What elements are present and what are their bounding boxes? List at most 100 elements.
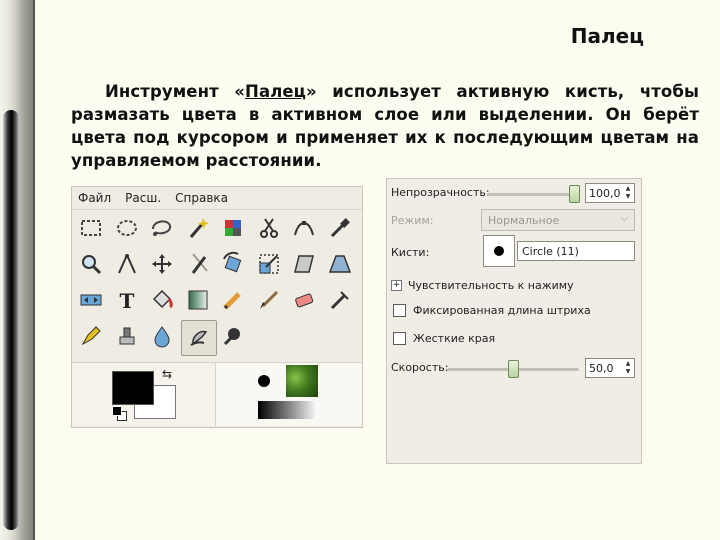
scale-icon — [256, 251, 282, 280]
tool-button[interactable] — [74, 284, 108, 318]
default-colors-icon[interactable] — [112, 406, 122, 416]
tool-button[interactable] — [181, 284, 215, 318]
foreground-color[interactable] — [112, 371, 154, 405]
svg-text:T: T — [119, 289, 134, 313]
smudge-icon — [186, 324, 212, 353]
spin-arrows-icon[interactable]: ▲ ▼ — [623, 185, 633, 201]
sensitivity-row[interactable]: + Чувствительность к нажиму — [391, 279, 574, 292]
description-paragraph: Инструмент «Палец» использует активную к… — [71, 80, 699, 172]
scissors-select-icon — [256, 215, 282, 244]
blur-icon — [149, 323, 175, 352]
slide-title: Палец — [570, 24, 644, 48]
tool-button[interactable] — [323, 284, 357, 318]
tool-button[interactable] — [216, 212, 250, 246]
rate-row: Скорость: — [391, 361, 448, 374]
paragraph-start: Инструмент « — [105, 82, 246, 101]
brush-stroke-decoration — [3, 110, 19, 530]
tool-button[interactable] — [287, 248, 321, 282]
mode-row: Режим: — [391, 214, 433, 227]
fixed-length-label: Фиксированная длина штриха — [413, 304, 591, 317]
fixed-length-row[interactable]: Фиксированная длина штриха — [393, 304, 591, 317]
tool-button[interactable] — [74, 320, 108, 354]
tool-button[interactable] — [216, 248, 250, 282]
tool-button[interactable] — [287, 284, 321, 318]
perspective-icon — [327, 251, 353, 280]
menu-file[interactable]: Файл — [78, 191, 111, 205]
tool-button[interactable] — [74, 212, 108, 246]
tool-button[interactable] — [252, 284, 286, 318]
paintbrush-icon — [256, 287, 282, 316]
tool-options-panel: Непрозрачность: 100,0 ▲ ▼ Режим: Нормальн… — [386, 178, 642, 464]
tool-button[interactable] — [110, 320, 144, 354]
tool-button[interactable] — [252, 212, 286, 246]
menu-extensions[interactable]: Расш. — [125, 191, 161, 205]
measure-icon — [114, 251, 140, 280]
active-brush-preview[interactable] — [258, 375, 270, 387]
toolbox-menubar: Файл Расш. Справка — [72, 187, 362, 210]
color-picker-icon — [327, 215, 353, 244]
opacity-spinbox[interactable]: 100,0 ▲ ▼ — [585, 183, 635, 203]
rate-label: Скорость: — [391, 361, 449, 374]
tool-button[interactable] — [145, 320, 179, 354]
opacity-row: Непрозрачность: — [391, 186, 490, 199]
shear-icon — [291, 251, 317, 280]
spin-arrows-icon[interactable]: ▲ ▼ — [623, 360, 633, 376]
gimp-toolbox: Файл Расш. Справка T ⇆ — [71, 186, 363, 428]
color-select-icon — [220, 215, 246, 244]
pencil-icon — [220, 287, 246, 316]
rate-value: 50,0 — [589, 361, 614, 375]
rate-slider-handle[interactable] — [508, 360, 519, 378]
tool-button[interactable] — [110, 248, 144, 282]
tool-button[interactable] — [74, 248, 108, 282]
move-icon — [149, 251, 175, 280]
tool-name-link: Палец — [245, 82, 306, 101]
tool-button[interactable]: T — [110, 284, 144, 318]
tool-button[interactable] — [323, 248, 357, 282]
hard-edge-checkbox[interactable] — [393, 332, 406, 345]
zoom-icon — [78, 251, 104, 280]
brush-label: Кисти: — [391, 246, 430, 259]
rate-spinbox[interactable]: 50,0 ▲ ▼ — [585, 358, 635, 378]
expand-plus-icon[interactable]: + — [391, 280, 402, 291]
hard-edge-row[interactable]: Жесткие края — [393, 332, 495, 345]
color-area: ⇆ — [72, 362, 216, 426]
fixed-length-checkbox[interactable] — [393, 304, 406, 317]
tool-button[interactable] — [323, 212, 357, 246]
tool-button[interactable] — [181, 212, 215, 246]
menu-help[interactable]: Справка — [175, 191, 228, 205]
mode-value: Нормальное — [488, 213, 560, 227]
tool-button[interactable] — [145, 284, 179, 318]
swap-colors-icon[interactable]: ⇆ — [162, 367, 172, 381]
tool-button[interactable] — [180, 320, 217, 356]
tool-button[interactable] — [216, 284, 250, 318]
blend-icon — [185, 287, 211, 316]
brush-name: Circle (11) — [522, 244, 579, 258]
slide-page: Палец Инструмент «Палец» использует акти… — [35, 0, 720, 540]
mode-label: Режим: — [391, 214, 434, 227]
tool-button[interactable] — [110, 212, 144, 246]
chevron-down-icon: ⌵ — [620, 213, 628, 224]
rect-select-icon — [78, 215, 104, 244]
brush-row: Кисти: — [391, 246, 429, 259]
brush-select-button[interactable] — [483, 235, 515, 267]
opacity-slider-track[interactable] — [487, 193, 579, 196]
mode-combobox[interactable]: Нормальное ⌵ — [481, 209, 635, 231]
clone-icon — [114, 323, 140, 352]
active-gradient-preview[interactable] — [258, 401, 318, 419]
tool-button[interactable] — [145, 248, 179, 282]
free-select-icon — [149, 215, 175, 244]
text-icon: T — [114, 287, 140, 316]
dodge-burn-icon — [220, 323, 246, 352]
tool-button[interactable] — [145, 212, 179, 246]
eraser-icon — [291, 287, 317, 316]
opacity-slider-handle[interactable] — [569, 185, 580, 203]
tool-button[interactable] — [252, 248, 286, 282]
brush-name-field: Circle (11) — [517, 241, 635, 261]
hard-edge-label: Жесткие края — [413, 332, 496, 345]
active-pattern-preview[interactable] — [286, 365, 318, 397]
tool-button[interactable] — [216, 320, 250, 354]
tool-button[interactable] — [287, 212, 321, 246]
tool-button[interactable] — [181, 248, 215, 282]
ink-icon — [78, 323, 104, 352]
bucket-fill-icon — [149, 287, 175, 316]
